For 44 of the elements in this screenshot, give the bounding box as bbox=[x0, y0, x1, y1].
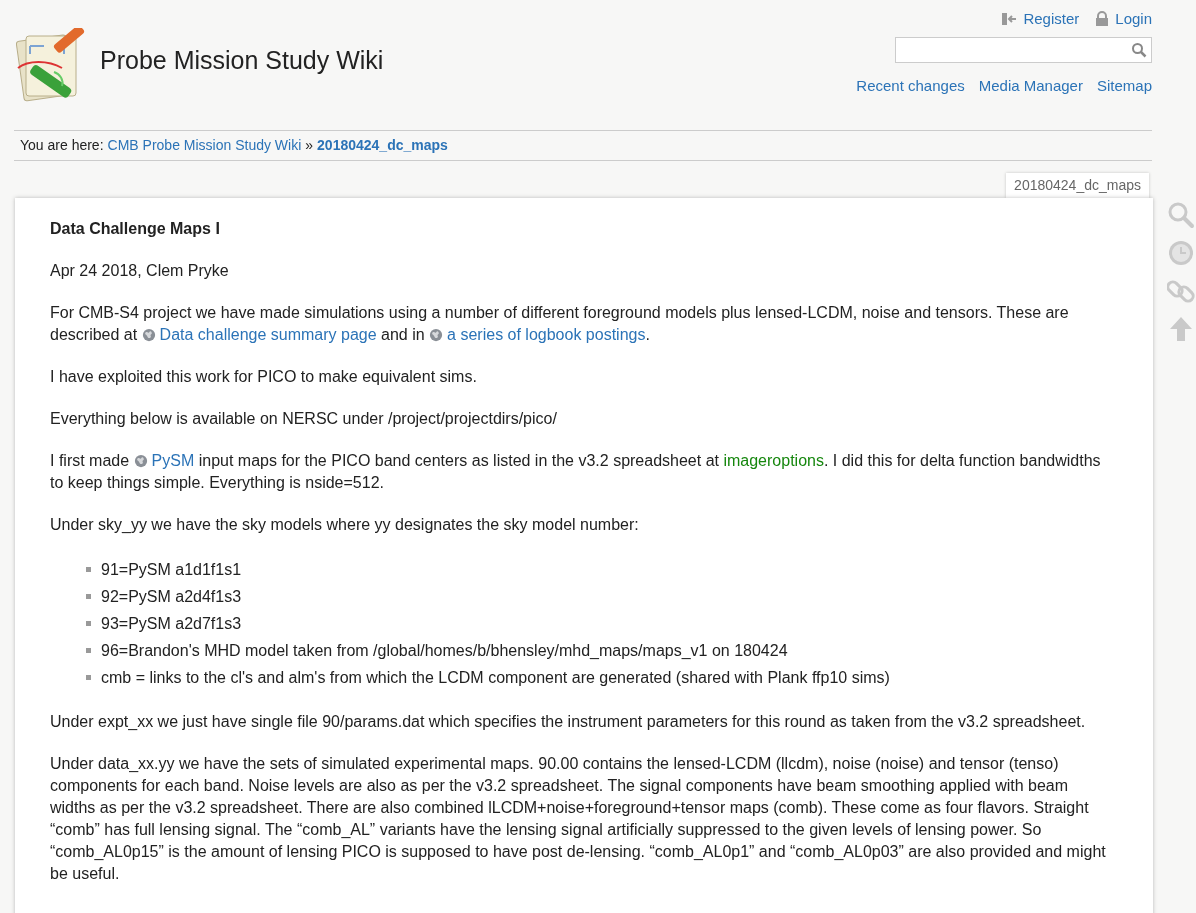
list-item: 91=PySM a1d1f1s1 bbox=[101, 559, 242, 580]
list-item: 93=PySM a2d7f1s3 bbox=[101, 613, 242, 634]
user-link[interactable]: Login bbox=[1095, 8, 1152, 31]
bullet-icon bbox=[86, 621, 91, 626]
paragraph: Under sky_yy we have the sky models where yy designates the sky model number: bbox=[50, 515, 640, 535]
paragraph: I have exploited this work for PICO to make equivalent sims. bbox=[50, 367, 478, 387]
breadcrumb-link[interactable]: 20180424_dc_maps bbox=[317, 135, 448, 156]
link[interactable]: PySM bbox=[133, 452, 195, 469]
site-link[interactable]: Sitemap bbox=[1096, 74, 1152, 97]
padlock-icon bbox=[1095, 11, 1110, 28]
site-link[interactable]: Recent changes bbox=[856, 74, 965, 97]
search-field[interactable] bbox=[895, 36, 1152, 63]
breadcrumb-separator: » bbox=[305, 136, 314, 155]
link[interactable]: a series of logbook postings bbox=[429, 326, 646, 343]
bullet-icon bbox=[86, 567, 91, 572]
list-item: 96=Brandon's MHD model taken from /global/homes/b/bhensley/mhd_maps/maps_v1 on 180424 bbox=[101, 640, 788, 661]
globe-icon bbox=[429, 327, 444, 342]
breadcrumb-label: You are here: bbox=[20, 136, 104, 155]
breadcrumb-link[interactable]: CMB Probe Mission Study Wiki bbox=[107, 135, 302, 156]
up-arrow-icon[interactable] bbox=[1167, 315, 1195, 343]
bullet-icon bbox=[86, 675, 91, 680]
search-icon[interactable] bbox=[1131, 41, 1147, 58]
bullet-icon bbox=[86, 594, 91, 599]
paragraph: Everything below is available on NERSC under /project/projectdirs/pico/ bbox=[50, 409, 558, 429]
paragraph: I first made PySM input maps for the PICO band centers as listed in the v3.2 spreadsheet at imageroptions. I did this for delta function bandwidths to keep things simple. Everything is nside=512. bbox=[50, 451, 1102, 493]
paragraph: Apr 24 2018, Clem Pryke bbox=[50, 261, 230, 281]
bullet-icon bbox=[86, 648, 91, 653]
paragraph: For CMB-S4 project we have made simulations using a number of different foreground models plus lensed-LCDM, noise and tensors. These are described at Data challenge summary page and in a series of logbook postings. bbox=[50, 303, 1070, 345]
list-item: 92=PySM a2d4f1s3 bbox=[101, 586, 242, 607]
search-icon[interactable] bbox=[1167, 201, 1195, 229]
link[interactable]: Data challenge summary page bbox=[141, 326, 377, 343]
chain-link-icon[interactable] bbox=[1167, 277, 1195, 305]
site-title[interactable]: Probe Mission Study Wiki bbox=[100, 42, 384, 80]
clock-icon[interactable] bbox=[1167, 239, 1195, 267]
site-link[interactable]: Media Manager bbox=[978, 74, 1083, 97]
user-link[interactable]: Register bbox=[1001, 8, 1080, 31]
enter-icon bbox=[1001, 12, 1018, 27]
paragraph: Under expt_xx we just have single file 90/params.dat which specifies the instrument parameters for this round as taken from the v3.2 spreadsheet. bbox=[50, 712, 1087, 732]
list-item: cmb = links to the cl's and alm's from which the LCDM component are generated (shared with Plank ffp10 sims) bbox=[101, 667, 890, 688]
link[interactable]: imageroptions bbox=[723, 452, 824, 469]
page-heading: Data Challenge Maps I bbox=[50, 219, 221, 239]
paragraph: Under data_xx.yy we have the sets of simulated experimental maps. 90.00 contains the lensed-LCDM (llcdm), noise (noise) and tensor (tenso) components for each band. Noise levels are also as per the v3.2 spreadsheet. The signal components have beam smoothing applied with beam widths as per the v3.2 spreadsheet. There are also combined lLCDM+noise+foreground+tensor maps (comb). These come as four flavors. Straight “comb” has full lensing signal. The “comb_AL” variants have the lensing signal artificially suppressed to the given levels of lensing power. So “comb_AL0p15” is the amount of lensing PICO is supposed to have post de-lensing. “comb_AL0p1” and “comb_AL0p03” are also provided and might be useful. bbox=[50, 754, 1107, 884]
globe-icon bbox=[133, 453, 148, 468]
globe-icon bbox=[141, 327, 156, 342]
